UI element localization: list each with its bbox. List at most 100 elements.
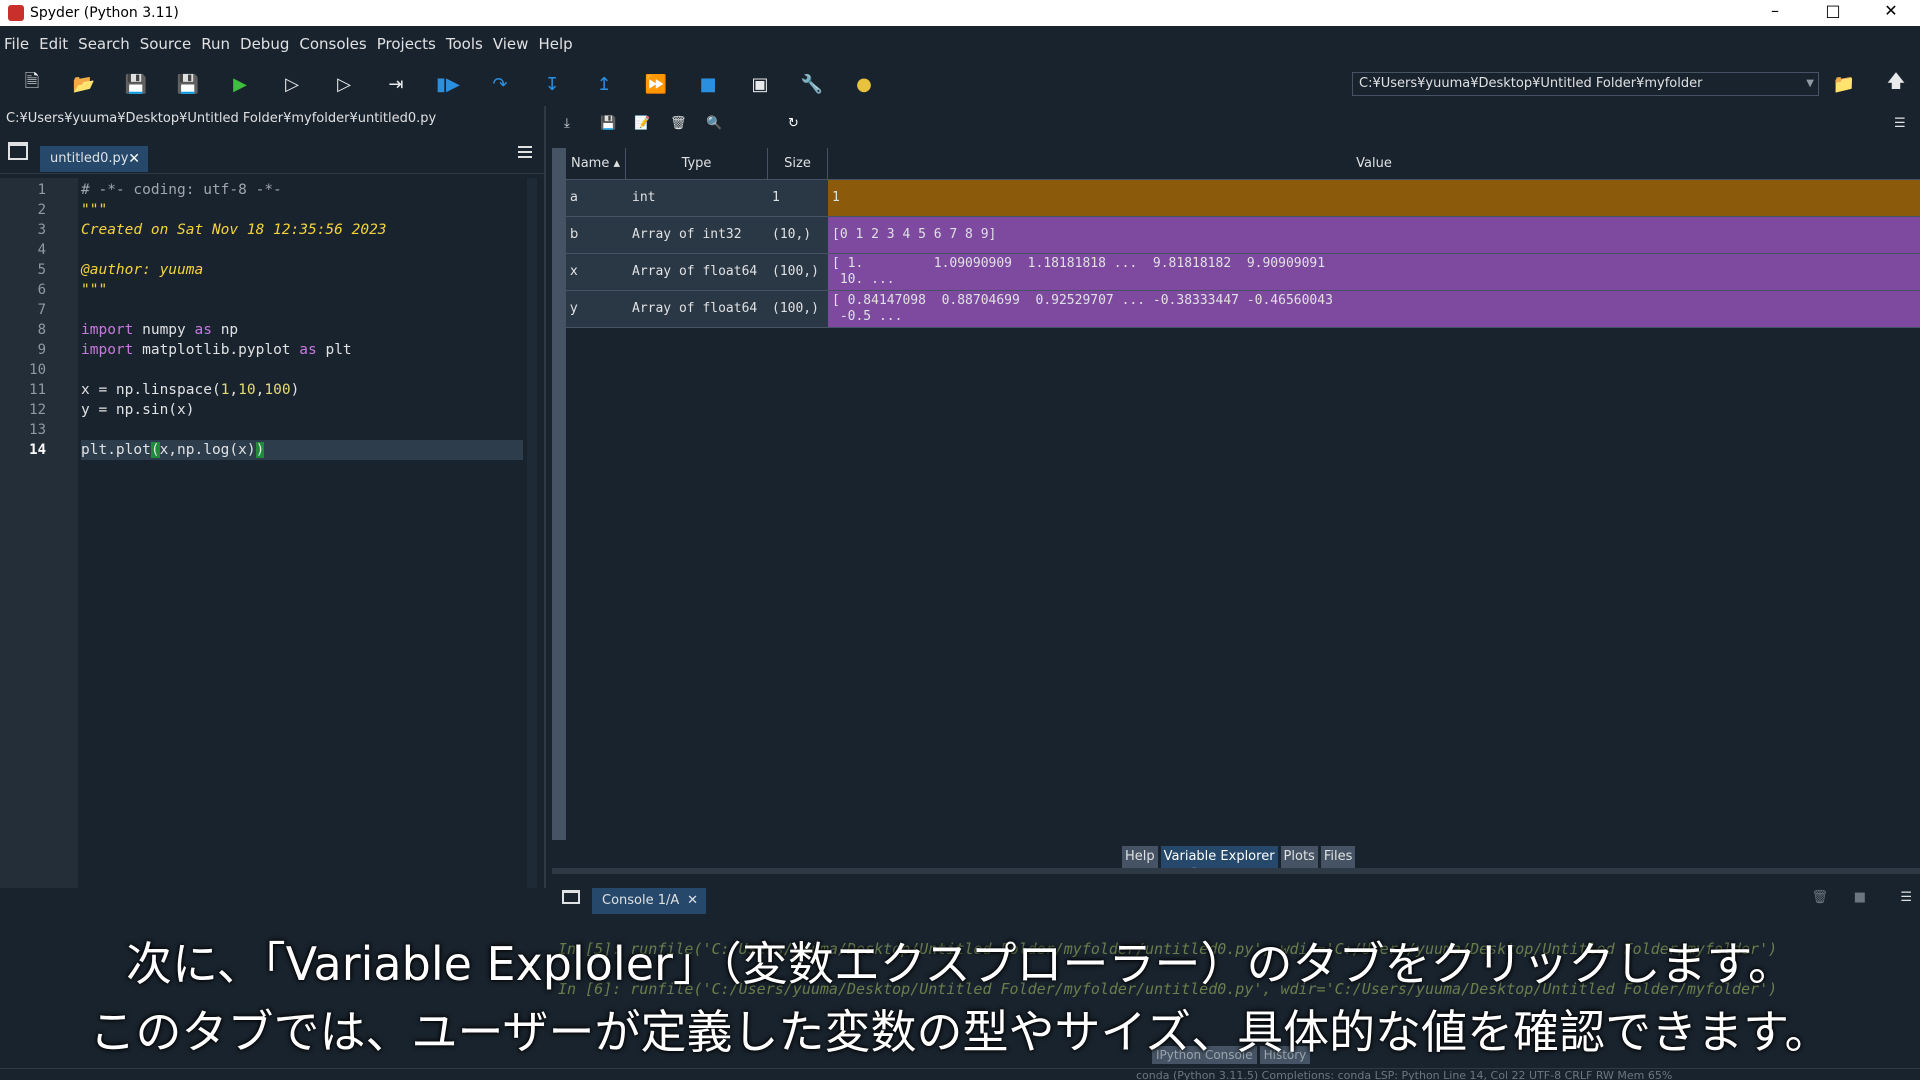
cell-value[interactable]: 1 [828,180,1920,216]
tab-plots[interactable]: Plots [1280,846,1318,868]
column-name[interactable]: Name ▴ [566,148,626,180]
table-row[interactable]: x Array of float64 (100,)[ 1. 1.09090909 1… [566,254,1920,291]
line-number: 3 [37,222,46,238]
python-path-icon[interactable]: ● [844,66,884,102]
column-value[interactable]: Value [828,148,1920,180]
options-menu-icon[interactable] [518,146,532,158]
pane-splitter[interactable] [544,106,552,888]
cell-value[interactable]: [ 0.84147098 0.88704699 0.92529707 ... -… [828,291,1920,327]
menu-source[interactable]: Source [140,35,192,53]
menu-debug[interactable]: Debug [240,35,289,53]
run-cell-icon[interactable]: ▷ [272,66,312,102]
code-line[interactable]: @author: yuuma [81,260,523,280]
menu-edit[interactable]: Edit [39,35,68,53]
close-tab-icon[interactable]: ✕ [687,888,698,914]
menu-consoles[interactable]: Consoles [299,35,366,53]
code-line[interactable]: Created on Sat Nov 18 12:35:56 2023 [81,220,523,240]
browse-tabs-icon[interactable] [562,890,580,904]
cell-name[interactable]: y [566,291,626,327]
run-cell-advance-icon[interactable]: ▷ [324,66,364,102]
code-line[interactable] [81,300,523,320]
maximize-icon[interactable]: □ [1804,0,1862,26]
cell-size[interactable]: (10,) [768,217,828,253]
code-line[interactable]: import numpy as np [81,320,523,340]
cell-name[interactable]: x [566,254,626,290]
menu-file[interactable]: File [4,35,29,53]
save-data-icon[interactable]: 💾 [600,116,616,131]
run-selection-icon[interactable]: ⇥ [376,66,416,102]
minimize-icon[interactable]: – [1746,0,1804,26]
code-line[interactable]: x = np.linspace(1,10,100) [81,380,523,400]
menu-search[interactable]: Search [78,35,130,53]
cell-name[interactable]: b [566,217,626,253]
refresh-icon[interactable]: ↻ [788,116,799,131]
maximize-pane-icon[interactable]: ▣ [740,66,780,102]
cell-name[interactable]: a [566,180,626,216]
code-line[interactable] [81,240,523,260]
code-area[interactable]: # -*- coding: utf-8 -*- """ Created on Sat… [81,180,523,460]
code-line[interactable]: plt.plot(x,np.log(x)) [81,440,523,460]
variable-explorer-scrollbar[interactable] [552,148,566,840]
working-directory-combobox[interactable]: C:¥Users¥yuuma¥Desktop¥Untitled Folder¥m… [1352,72,1819,96]
tab-help[interactable]: Help [1122,846,1158,868]
save-data-as-icon[interactable]: 📝 [634,116,650,131]
table-row[interactable]: y Array of float64 (100,)[ 0.84147098 0.88… [566,291,1920,328]
continue-icon[interactable]: ⏩ [636,66,676,102]
line-number: 7 [37,302,46,318]
code-line[interactable]: y = np.sin(x) [81,400,523,420]
code-line[interactable]: """ [81,200,523,220]
editor-tab[interactable]: untitled0.py ✕ [40,146,148,172]
parent-directory-icon[interactable]: 🡅 [1876,66,1916,102]
cell-size[interactable]: (100,) [768,291,828,327]
cell-type[interactable]: Array of float64 [626,254,768,290]
stop-icon[interactable]: ■ [688,66,728,102]
preferences-icon[interactable]: 🔧 [792,66,832,102]
editor-scrollbar[interactable] [527,178,537,888]
options-menu-icon[interactable]: ☰ [1900,890,1912,905]
code-line[interactable] [81,420,523,440]
menu-run[interactable]: Run [201,35,230,53]
column-type[interactable]: Type [626,148,768,180]
new-file-icon[interactable]: 🗎 [12,66,52,102]
close-tab-icon[interactable]: ✕ [128,146,140,172]
code-line[interactable]: import matplotlib.pyplot as plt [81,340,523,360]
search-icon[interactable]: 🔍 [706,116,722,131]
save-all-icon[interactable]: 💾 [168,66,208,102]
step-return-icon[interactable]: ↥ [584,66,624,102]
cell-type[interactable]: Array of float64 [626,291,768,327]
remove-all-icon[interactable]: 🗑 [670,116,687,131]
open-file-icon[interactable]: 📂 [64,66,104,102]
close-icon[interactable]: ✕ [1862,0,1920,26]
console-tab[interactable]: Console 1/A ✕ [592,888,706,914]
menu-projects[interactable]: Projects [377,35,436,53]
import-data-icon[interactable]: ⤓ [564,116,570,131]
remove-icon[interactable]: 🗑 [1811,890,1828,905]
cell-type[interactable]: int [626,180,768,216]
table-row[interactable]: a int 1 1 [566,180,1920,217]
save-icon[interactable]: 💾 [116,66,156,102]
step-icon[interactable]: ↷ [480,66,520,102]
cell-type[interactable]: Array of int32 [626,217,768,253]
tab-files[interactable]: Files [1320,846,1356,868]
chevron-down-icon[interactable]: ▼ [1806,73,1814,95]
tab-variable-explorer[interactable]: Variable Explorer [1160,846,1278,868]
step-into-icon[interactable]: ↧ [532,66,572,102]
stop-icon[interactable]: ■ [1854,890,1866,905]
cell-value[interactable]: [0 1 2 3 4 5 6 7 8 9] [828,217,1920,253]
options-menu-icon[interactable]: ☰ [1894,116,1906,131]
browse-folder-icon[interactable]: 📁 [1824,66,1864,102]
cell-size[interactable]: 1 [768,180,828,216]
column-size[interactable]: Size [768,148,828,180]
menu-help[interactable]: Help [538,35,572,53]
cell-size[interactable]: (100,) [768,254,828,290]
browse-tabs-icon[interactable] [8,142,28,160]
code-line[interactable]: # -*- coding: utf-8 -*- [81,180,523,200]
run-icon[interactable]: ▶ [220,66,260,102]
debug-icon[interactable]: ▮▶ [428,66,468,102]
menu-view[interactable]: View [493,35,529,53]
cell-value[interactable]: [ 1. 1.09090909 1.18181818 ... 9.8181818… [828,254,1920,290]
code-line[interactable] [81,360,523,380]
menu-tools[interactable]: Tools [446,35,483,53]
code-line[interactable]: """ [81,280,523,300]
table-row[interactable]: b Array of int32 (10,) [0 1 2 3 4 5 6 7 8 9… [566,217,1920,254]
